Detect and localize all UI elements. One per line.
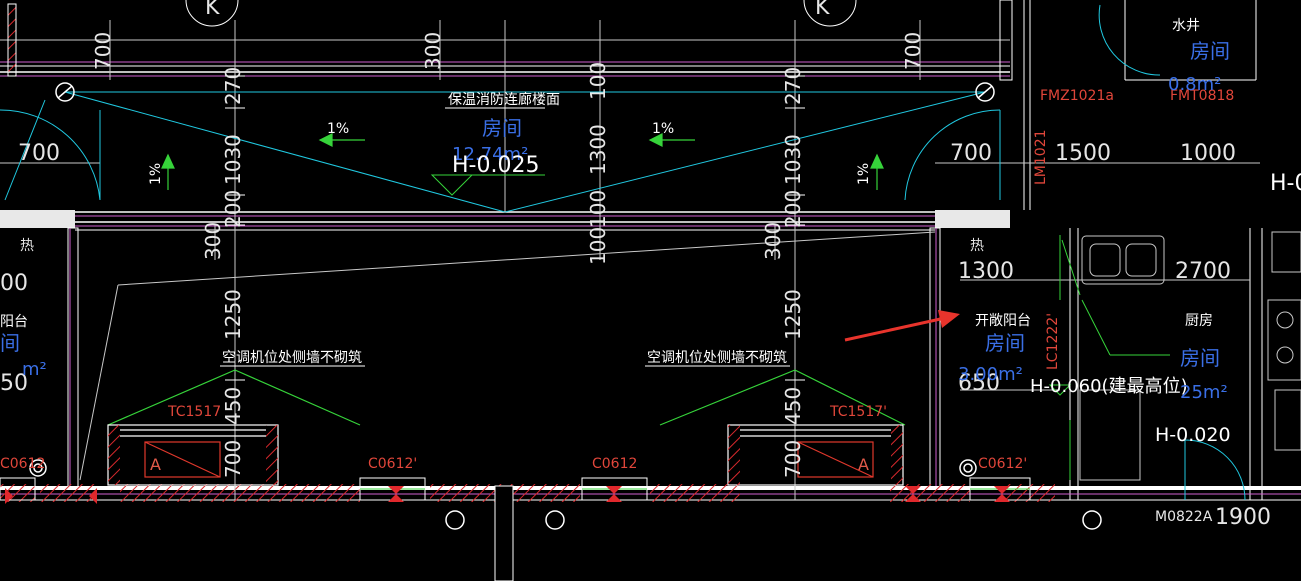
ac-mark-a-right: A (858, 455, 869, 474)
kitchen-room: 房间 (1180, 346, 1220, 370)
text-layer: K K 保温消防连廊楼面 房间 12.74m² H-0.025 1% 1% 1%… (0, 0, 1301, 530)
dim-100-center-low: 100 (586, 227, 610, 265)
slope-label-vert-right: 1% (856, 163, 872, 185)
right-edge-level: H-0 (1270, 171, 1301, 196)
kitchen-area: 25m² (1180, 382, 1228, 403)
water-well-label: 水井 (1172, 18, 1200, 34)
cad-drawing-canvas[interactable]: K K 保温消防连廊楼面 房间 12.74m² H-0.025 1% 1% 1%… (0, 0, 1301, 581)
dim-300-top: 300 (421, 32, 445, 70)
bottom-wall-band (0, 484, 1301, 581)
water-well-room: 房间 (1190, 39, 1230, 63)
lm-tag: LM1021 (1033, 129, 1049, 185)
slope-label-vert-left: 1% (148, 163, 164, 185)
dim-2700: 2700 (1175, 259, 1231, 284)
dim-1900: 1900 (1215, 505, 1271, 530)
corridor-title: 保温消防连廊楼面 (448, 91, 560, 108)
window-tag-c1: C0612' (368, 456, 417, 472)
left-room-label: 间 (0, 331, 20, 355)
open-balcony-level: H-0.060(建最高位) (1030, 376, 1188, 397)
dim-450-right: 450 (781, 387, 805, 425)
open-balcony-room: 房间 (985, 331, 1025, 355)
door-tag-lc: LC1222' (1045, 313, 1061, 370)
dim-100-center-mid: 100 (586, 190, 610, 228)
dim-450-left: 450 (221, 387, 245, 425)
open-balcony-area: 3.00m² (958, 364, 1023, 385)
dim-1300-right: 1300 (958, 259, 1014, 284)
dim-270-left: 270 (221, 67, 245, 105)
dim-700-ac-left: 700 (221, 440, 245, 478)
k-marker-right: K (815, 0, 830, 20)
dim-700-door-left: 700 (18, 141, 60, 166)
left-balcony-label: 阳台 (0, 314, 28, 330)
open-balcony-label: 开敞阳台 (975, 313, 1031, 329)
annotation-arrow (844, 310, 960, 342)
kitchen-label: 厨房 (1185, 313, 1213, 329)
fm-tag-left: FMZ1021a (1040, 88, 1114, 104)
window-tag-tc-left: TC1517 (167, 404, 221, 420)
dim-300-right: 300 (761, 222, 785, 260)
fire-mark-right: 热 (970, 238, 984, 254)
dim-100-center-top: 100 (586, 62, 610, 100)
dim-700-left: 700 (91, 32, 115, 70)
water-well-area: 0.8m² (1168, 74, 1221, 95)
dim-700-right: 700 (901, 32, 925, 70)
window-tag-c2: C0612 (592, 456, 637, 472)
window-tag-tc-right: TC1517' (829, 404, 887, 420)
slope-label-right: 1% (652, 121, 674, 137)
window-tag-left-edge: C0612 (0, 456, 45, 472)
dim-1250-right: 1250 (781, 289, 805, 340)
kitchen-door (1059, 235, 1170, 480)
dim-300-left: 300 (201, 222, 225, 260)
dim-1030-right: 1030 (781, 134, 805, 185)
dim-700-door-right: 700 (950, 141, 992, 166)
door-tag-m: M0822A (1155, 509, 1213, 525)
ac-mark-a-left: A (150, 455, 161, 474)
kitchen-level: H-0.020 (1155, 424, 1231, 446)
left-area: m² (22, 359, 47, 380)
fire-mark-left: 热 (20, 238, 34, 254)
dim-1500: 1500 (1055, 141, 1111, 166)
dim-700-ac-right: 700 (781, 440, 805, 478)
dim-left-partial: 00 (0, 271, 28, 296)
dim-1250-left: 1250 (221, 289, 245, 340)
window-tag-c3: C0612' (978, 456, 1027, 472)
ac-note-right: 空调机位处侧墙不砌筑 (647, 350, 787, 366)
dim-1300-center: 1300 (586, 124, 610, 175)
corridor-slab-band (0, 210, 1010, 231)
top-wall-band (0, 0, 1301, 77)
corridor-level: H-0.025 (452, 153, 539, 178)
slope-label-left: 1% (327, 121, 349, 137)
dim-270-right: 270 (781, 67, 805, 105)
dim-1030-left: 1030 (221, 134, 245, 185)
ac-note-left: 空调机位处侧墙不砌筑 (222, 350, 362, 366)
corridor-room-label: 房间 (482, 116, 522, 140)
k-marker-left: K (205, 0, 220, 20)
dim-1000: 1000 (1180, 141, 1236, 166)
